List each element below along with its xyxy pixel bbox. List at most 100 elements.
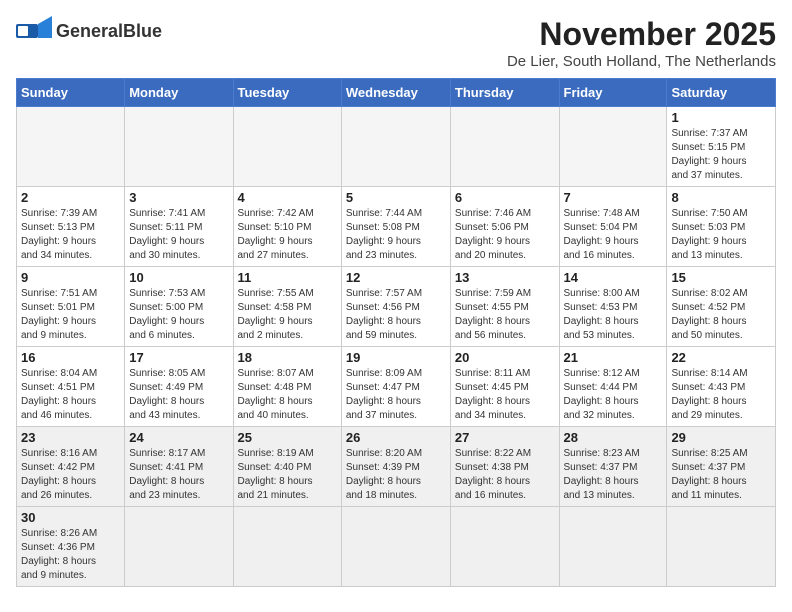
calendar-cell — [17, 107, 125, 187]
calendar-cell: 12 Sunrise: 7:57 AM Sunset: 4:56 PM Dayli… — [341, 267, 450, 347]
day-number: 2 — [21, 190, 120, 205]
day-info: Sunrise: 8:16 AM Sunset: 4:42 PM Dayligh… — [21, 447, 120, 503]
weekday-header-wednesday: Wednesday — [341, 79, 450, 107]
weekday-header-tuesday: Tuesday — [233, 79, 341, 107]
calendar-cell: 13 Sunrise: 7:59 AM Sunset: 4:55 PM Dayli… — [450, 267, 559, 347]
day-number: 29 — [671, 430, 771, 445]
calendar-cell — [559, 107, 667, 187]
day-number: 9 — [21, 270, 120, 285]
calendar-cell: 5Sunrise: 7:44 AM Sunset: 5:08 PM Daylig… — [341, 187, 450, 267]
calendar-cell: 1Sunrise: 7:37 AM Sunset: 5:15 PM Daylig… — [667, 107, 776, 187]
day-info: Sunrise: 8:17 AM Sunset: 4:41 PM Dayligh… — [129, 447, 228, 503]
weekday-header-saturday: Saturday — [667, 79, 776, 107]
calendar-cell — [233, 507, 341, 587]
day-number: 23 — [21, 430, 120, 445]
weekday-header-friday: Friday — [559, 79, 667, 107]
calendar-cell: 20Sunrise: 8:11 AM Sunset: 4:45 PM Dayli… — [450, 347, 559, 427]
day-info: Sunrise: 7:55 AM Sunset: 4:58 PM Dayligh… — [238, 287, 337, 343]
day-number: 24 — [129, 430, 228, 445]
day-number: 19 — [346, 350, 446, 365]
calendar-cell — [125, 507, 233, 587]
day-number: 11 — [238, 270, 337, 285]
logo-label: GeneralBlue — [56, 21, 162, 41]
day-info: Sunrise: 7:53 AM Sunset: 5:00 PM Dayligh… — [129, 287, 228, 343]
day-number: 27 — [455, 430, 555, 445]
day-number: 14 — [564, 270, 663, 285]
weekday-header-thursday: Thursday — [450, 79, 559, 107]
month-title: November 2025 — [507, 16, 776, 53]
calendar-cell — [559, 507, 667, 587]
calendar-cell — [341, 107, 450, 187]
calendar-cell: 21 Sunrise: 8:12 AM Sunset: 4:44 PM Dayli… — [559, 347, 667, 427]
calendar-cell: 29 Sunrise: 8:25 AM Sunset: 4:37 PM Dayli… — [667, 427, 776, 507]
day-number: 15 — [671, 270, 771, 285]
day-number: 30 — [21, 510, 120, 525]
day-number: 26 — [346, 430, 446, 445]
day-info: Sunrise: 8:02 AM Sunset: 4:52 PM Dayligh… — [671, 287, 771, 343]
calendar-cell — [667, 507, 776, 587]
calendar-cell: 2Sunrise: 7:39 AM Sunset: 5:13 PM Daylig… — [17, 187, 125, 267]
day-info: Sunrise: 7:59 AM Sunset: 4:55 PM Dayligh… — [455, 287, 555, 343]
calendar-cell: 19Sunrise: 8:09 AM Sunset: 4:47 PM Dayli… — [341, 347, 450, 427]
day-number: 22 — [671, 350, 771, 365]
day-info: Sunrise: 8:04 AM Sunset: 4:51 PM Dayligh… — [21, 367, 120, 423]
day-number: 8 — [671, 190, 771, 205]
day-number: 21 — [564, 350, 663, 365]
day-info: Sunrise: 7:51 AM Sunset: 5:01 PM Dayligh… — [21, 287, 120, 343]
day-info: Sunrise: 8:07 AM Sunset: 4:48 PM Dayligh… — [238, 367, 337, 423]
day-info: Sunrise: 8:12 AM Sunset: 4:44 PM Dayligh… — [564, 367, 663, 423]
calendar-cell — [341, 507, 450, 587]
calendar-cell: 16Sunrise: 8:04 AM Sunset: 4:51 PM Dayli… — [17, 347, 125, 427]
day-info: Sunrise: 8:23 AM Sunset: 4:37 PM Dayligh… — [564, 447, 663, 503]
calendar-cell — [125, 107, 233, 187]
calendar-cell: 22Sunrise: 8:14 AM Sunset: 4:43 PM Dayli… — [667, 347, 776, 427]
calendar-cell: 7 Sunrise: 7:48 AM Sunset: 5:04 PM Daylig… — [559, 187, 667, 267]
calendar-cell: 18Sunrise: 8:07 AM Sunset: 4:48 PM Dayli… — [233, 347, 341, 427]
calendar-cell: 30 Sunrise: 8:26 AM Sunset: 4:36 PM Dayli… — [17, 507, 125, 587]
day-info: Sunrise: 8:00 AM Sunset: 4:53 PM Dayligh… — [564, 287, 663, 343]
calendar-cell: 27 Sunrise: 8:22 AM Sunset: 4:38 PM Dayli… — [450, 427, 559, 507]
day-info: Sunrise: 7:44 AM Sunset: 5:08 PM Dayligh… — [346, 207, 446, 263]
calendar-cell: 6Sunrise: 7:46 AM Sunset: 5:06 PM Daylig… — [450, 187, 559, 267]
day-info: Sunrise: 7:37 AM Sunset: 5:15 PM Dayligh… — [671, 127, 771, 183]
day-number: 10 — [129, 270, 228, 285]
day-number: 13 — [455, 270, 555, 285]
day-info: Sunrise: 8:05 AM Sunset: 4:49 PM Dayligh… — [129, 367, 228, 423]
day-number: 20 — [455, 350, 555, 365]
day-number: 25 — [238, 430, 337, 445]
day-info: Sunrise: 7:42 AM Sunset: 5:10 PM Dayligh… — [238, 207, 337, 263]
logo: GeneralBlue — [16, 16, 162, 46]
day-info: Sunrise: 7:48 AM Sunset: 5:04 PM Dayligh… — [564, 207, 663, 263]
calendar-cell — [233, 107, 341, 187]
calendar-cell: 4 Sunrise: 7:42 AM Sunset: 5:10 PM Daylig… — [233, 187, 341, 267]
weekday-header-sunday: Sunday — [17, 79, 125, 107]
calendar-cell: 3Sunrise: 7:41 AM Sunset: 5:11 PM Daylig… — [125, 187, 233, 267]
calendar-cell: 25 Sunrise: 8:19 AM Sunset: 4:40 PM Dayli… — [233, 427, 341, 507]
calendar-cell: 17 Sunrise: 8:05 AM Sunset: 4:49 PM Dayli… — [125, 347, 233, 427]
weekday-header-monday: Monday — [125, 79, 233, 107]
day-number: 12 — [346, 270, 446, 285]
day-info: Sunrise: 7:46 AM Sunset: 5:06 PM Dayligh… — [455, 207, 555, 263]
calendar-cell: 10 Sunrise: 7:53 AM Sunset: 5:00 PM Dayli… — [125, 267, 233, 347]
day-number: 4 — [238, 190, 337, 205]
day-info: Sunrise: 8:26 AM Sunset: 4:36 PM Dayligh… — [21, 527, 120, 583]
title-block: November 2025 De Lier, South Holland, Th… — [507, 16, 776, 70]
calendar-cell: 23 Sunrise: 8:16 AM Sunset: 4:42 PM Dayli… — [17, 427, 125, 507]
day-info: Sunrise: 8:22 AM Sunset: 4:38 PM Dayligh… — [455, 447, 555, 503]
calendar-cell: 28Sunrise: 8:23 AM Sunset: 4:37 PM Dayli… — [559, 427, 667, 507]
calendar-cell — [450, 107, 559, 187]
calendar-cell: 24 Sunrise: 8:17 AM Sunset: 4:41 PM Dayli… — [125, 427, 233, 507]
location-title: De Lier, South Holland, The Netherlands — [507, 53, 776, 70]
day-info: Sunrise: 8:25 AM Sunset: 4:37 PM Dayligh… — [671, 447, 771, 503]
calendar-cell: 15 Sunrise: 8:02 AM Sunset: 4:52 PM Dayli… — [667, 267, 776, 347]
header: GeneralBlue November 2025 De Lier, South… — [16, 16, 776, 70]
calendar: SundayMondayTuesdayWednesdayThursdayFrid… — [16, 78, 776, 587]
calendar-cell — [450, 507, 559, 587]
day-number: 7 — [564, 190, 663, 205]
calendar-cell: 8Sunrise: 7:50 AM Sunset: 5:03 PM Daylig… — [667, 187, 776, 267]
day-info: Sunrise: 7:57 AM Sunset: 4:56 PM Dayligh… — [346, 287, 446, 343]
day-info: Sunrise: 8:19 AM Sunset: 4:40 PM Dayligh… — [238, 447, 337, 503]
day-info: Sunrise: 8:20 AM Sunset: 4:39 PM Dayligh… — [346, 447, 446, 503]
logo-text: GeneralBlue — [56, 21, 162, 42]
day-number: 17 — [129, 350, 228, 365]
